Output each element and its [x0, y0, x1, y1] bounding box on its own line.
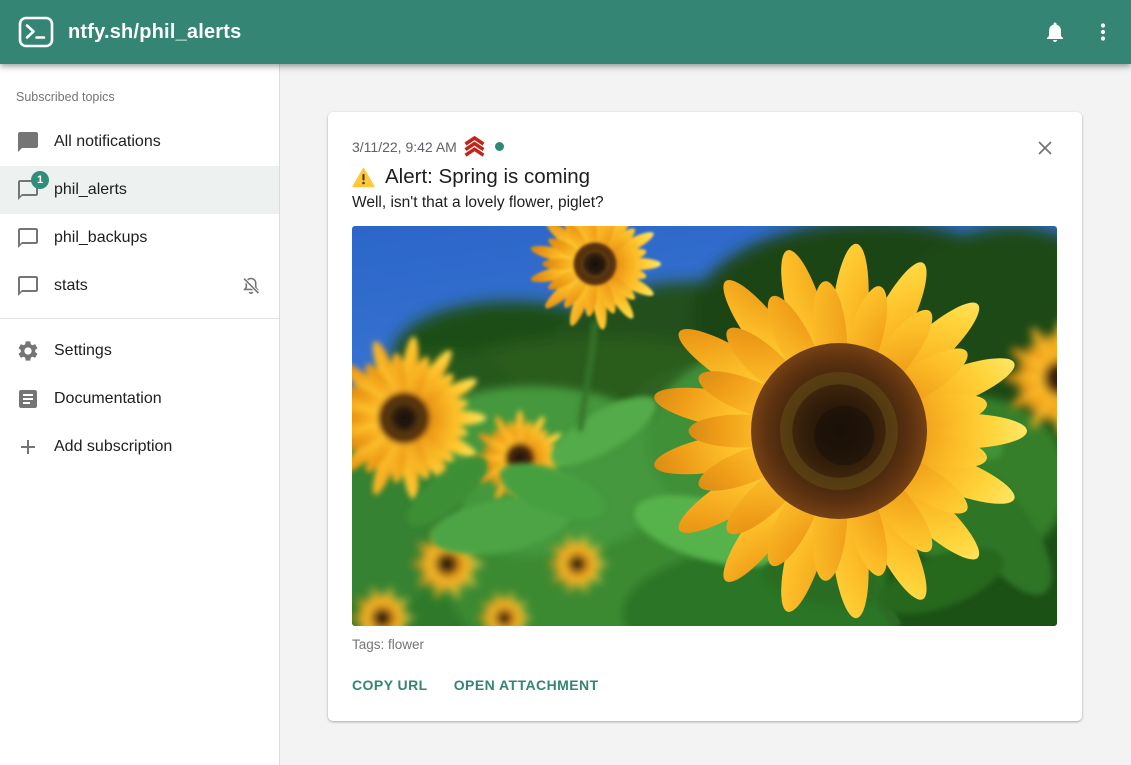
priority-max-icon	[463, 136, 486, 157]
main-content: 3/11/22, 9:42 AM Alert: Spring is coming	[280, 64, 1131, 765]
app-bar: ntfy.sh/phil_alerts	[0, 0, 1131, 64]
close-icon	[1035, 138, 1055, 158]
sidebar-divider	[0, 318, 279, 319]
chat-bubble-outline-icon	[16, 274, 40, 298]
notification-tags: Tags: flower	[352, 637, 1058, 652]
sidebar-item-settings[interactable]: Settings	[0, 327, 279, 375]
notification-title-row: Alert: Spring is coming	[352, 165, 1058, 189]
sidebar-item-phil-backups[interactable]: phil_backups	[0, 214, 279, 262]
notification-body: Well, isn't that a lovely flower, piglet…	[352, 194, 1058, 212]
gear-icon	[16, 339, 40, 363]
sidebar-item-label: Add subscription	[54, 438, 172, 456]
sidebar-item-label: Documentation	[54, 390, 162, 408]
bell-icon	[1043, 20, 1067, 44]
notifications-button[interactable]	[1035, 12, 1075, 52]
notification-actions: COPY URL OPEN ATTACHMENT	[352, 673, 1058, 697]
article-icon	[16, 387, 40, 411]
copy-url-button[interactable]: COPY URL	[352, 673, 428, 697]
chat-bubble-outline-icon: 1	[16, 178, 40, 202]
sidebar-item-label: stats	[54, 277, 88, 295]
app-logo-terminal-icon	[18, 16, 54, 48]
notification-meta: 3/11/22, 9:42 AM	[352, 136, 1058, 157]
sidebar-item-all-notifications[interactable]: All notifications	[0, 118, 279, 166]
chat-bubble-filled-icon	[16, 130, 40, 154]
unread-count-badge: 1	[31, 171, 49, 189]
notification-title: Alert: Spring is coming	[385, 165, 590, 189]
sidebar-item-phil-alerts[interactable]: 1 phil_alerts	[0, 166, 279, 214]
open-attachment-button[interactable]: OPEN ATTACHMENT	[454, 673, 599, 697]
sidebar-item-documentation[interactable]: Documentation	[0, 375, 279, 423]
sidebar-item-label: phil_alerts	[54, 181, 127, 199]
warning-emoji-icon	[352, 167, 375, 188]
sidebar-section-label: Subscribed topics	[0, 80, 279, 118]
overflow-menu-button[interactable]	[1083, 12, 1123, 52]
kebab-menu-icon	[1091, 20, 1115, 44]
notification-card: 3/11/22, 9:42 AM Alert: Spring is coming	[328, 112, 1082, 721]
app-title: ntfy.sh/phil_alerts	[68, 21, 241, 44]
notifications-muted-icon	[239, 274, 263, 298]
sidebar-item-label: All notifications	[54, 133, 161, 151]
notification-timestamp: 3/11/22, 9:42 AM	[352, 139, 457, 155]
sidebar-item-stats[interactable]: stats	[0, 262, 279, 310]
sidebar-item-label: Settings	[54, 342, 112, 360]
plus-icon	[16, 435, 40, 459]
sidebar-item-add-subscription[interactable]: Add subscription	[0, 423, 279, 471]
attachment-image-sunflowers[interactable]	[352, 226, 1057, 626]
sidebar-item-label: phil_backups	[54, 229, 147, 247]
close-notification-button[interactable]	[1025, 128, 1065, 168]
chat-bubble-outline-icon	[16, 226, 40, 250]
unread-dot	[495, 142, 504, 151]
sidebar: Subscribed topics All notifications 1 ph…	[0, 64, 280, 765]
